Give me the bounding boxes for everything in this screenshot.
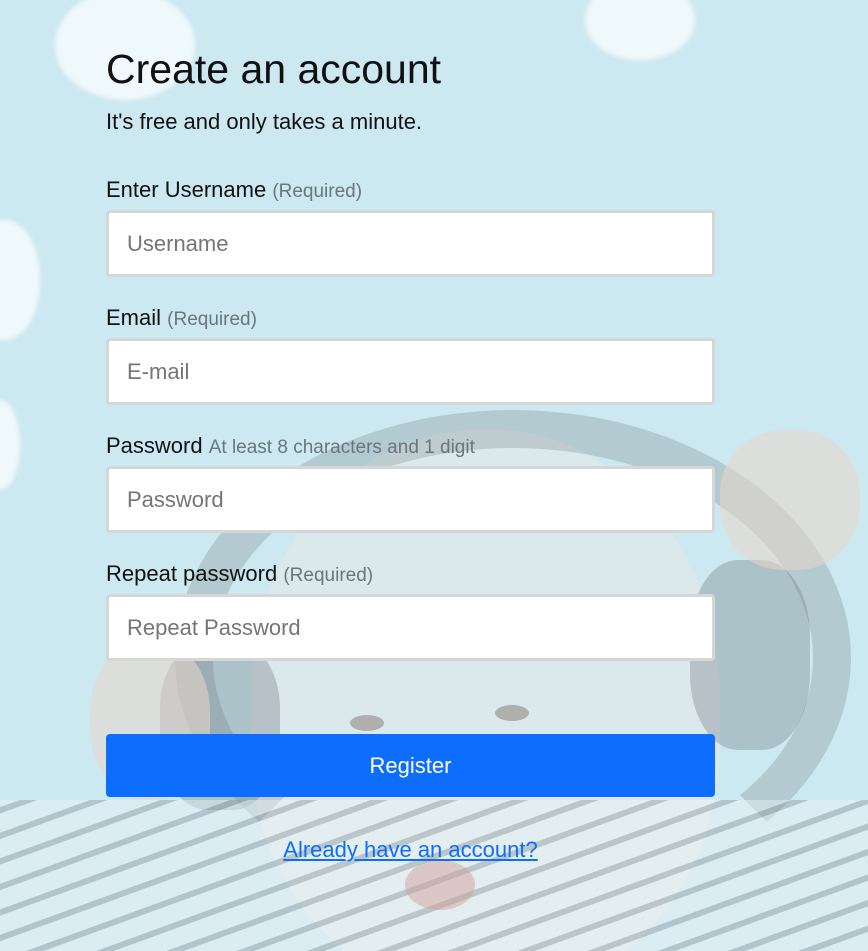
password-label-row: Password At least 8 characters and 1 dig… bbox=[106, 433, 715, 459]
email-label: Email bbox=[106, 305, 162, 331]
repeat-password-label-row: Repeat password (Required) bbox=[106, 561, 715, 587]
email-input[interactable] bbox=[106, 338, 715, 406]
email-field-group: Email (Required) bbox=[106, 305, 715, 406]
password-label: Password bbox=[106, 433, 203, 459]
username-input[interactable] bbox=[106, 210, 715, 278]
register-button[interactable]: Register bbox=[106, 734, 715, 798]
password-hint: At least 8 characters and 1 digit bbox=[208, 437, 475, 459]
signup-form: Create an account It's free and only tak… bbox=[106, 40, 715, 863]
repeat-password-hint: (Required) bbox=[283, 565, 374, 587]
page-subtitle: It's free and only takes a minute. bbox=[106, 109, 423, 135]
username-field-group: Enter Username (Required) bbox=[106, 177, 715, 278]
repeat-password-input[interactable] bbox=[106, 594, 715, 662]
password-field-group: Password At least 8 characters and 1 dig… bbox=[106, 433, 715, 534]
username-label: Enter Username bbox=[106, 177, 267, 203]
password-input[interactable] bbox=[106, 466, 715, 534]
username-hint: (Required) bbox=[272, 181, 363, 203]
repeat-password-label: Repeat password bbox=[106, 561, 278, 587]
login-link[interactable]: Already have an account? bbox=[106, 837, 715, 863]
email-hint: (Required) bbox=[167, 309, 257, 331]
repeat-password-field-group: Repeat password (Required) bbox=[106, 561, 715, 662]
page-title: Create an account bbox=[106, 46, 442, 92]
username-label-row: Enter Username (Required) bbox=[106, 177, 715, 203]
email-label-row: Email (Required) bbox=[106, 305, 715, 331]
